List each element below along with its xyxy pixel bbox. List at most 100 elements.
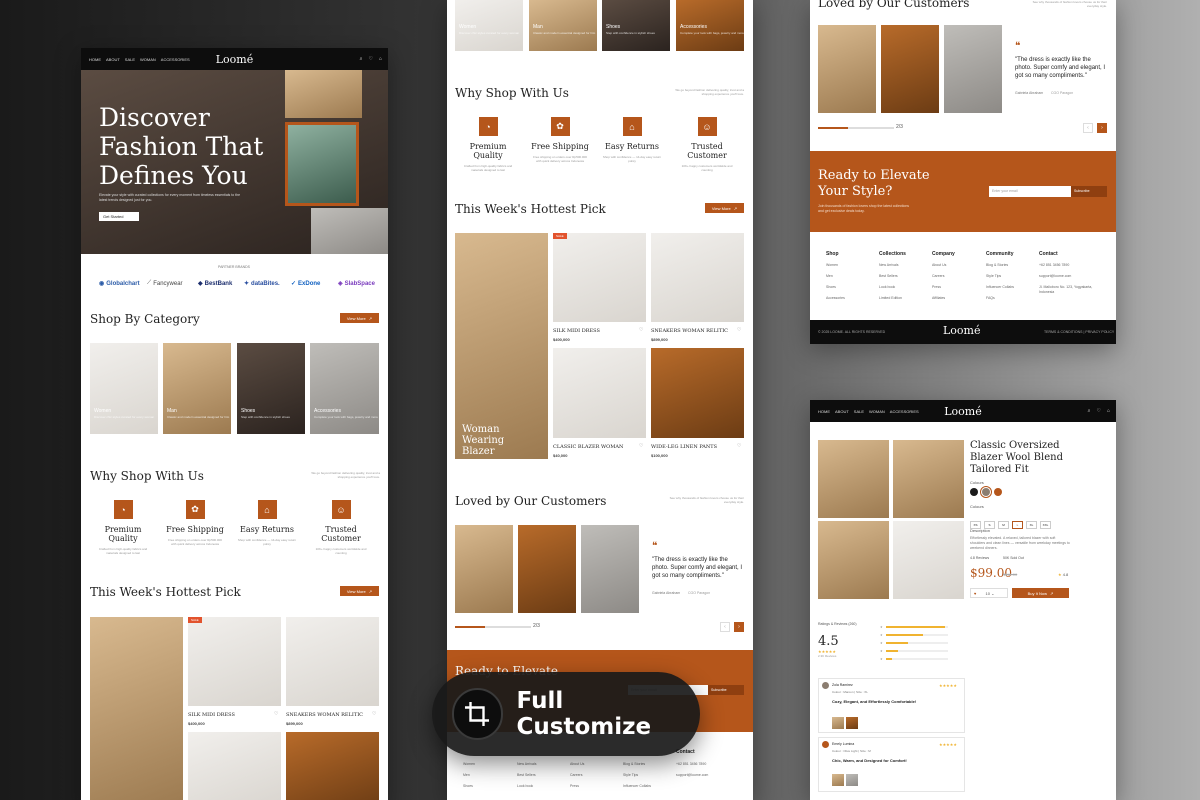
footer-link[interactable]: New Arrivals bbox=[517, 762, 536, 766]
product-name[interactable]: SNEAKERS WOMAN RELITIC bbox=[651, 328, 728, 334]
footer-link[interactable]: Style Tips bbox=[623, 773, 638, 777]
nav-about[interactable]: ABOUT bbox=[835, 409, 849, 414]
quantity-stepper[interactable]: ♥ 10 ⌄ bbox=[970, 588, 1008, 598]
footer-link[interactable]: Accessories bbox=[826, 296, 845, 300]
category-card-accessories[interactable] bbox=[310, 343, 379, 434]
product-image-blazer[interactable] bbox=[188, 732, 281, 800]
heart-icon[interactable]: ♡ bbox=[368, 56, 372, 62]
next-arrow-icon[interactable]: › bbox=[734, 622, 744, 632]
review-photo[interactable] bbox=[832, 717, 844, 729]
hottest-view-more-button[interactable]: View More ↗ bbox=[705, 203, 744, 213]
heart-icon[interactable]: ♡ bbox=[639, 327, 643, 333]
product-name[interactable]: SILK MIDI DRESS bbox=[553, 328, 600, 334]
product-name[interactable]: CLASSIC BLAZER WOMAN bbox=[553, 444, 623, 450]
size-option[interactable]: XXL bbox=[1040, 521, 1051, 529]
category-view-more-button[interactable]: View More ↗ bbox=[340, 313, 379, 323]
product-image-blazer[interactable] bbox=[553, 348, 646, 438]
buy-now-button[interactable]: Buy It Now ↗ bbox=[1012, 588, 1069, 598]
product-image-sneakers[interactable] bbox=[286, 617, 379, 706]
footer-logo[interactable]: Loomé bbox=[943, 324, 981, 337]
review-photo[interactable] bbox=[846, 717, 858, 729]
footer-link[interactable]: Limited Edition bbox=[879, 296, 902, 300]
footer-link[interactable]: support@loome.com bbox=[676, 773, 708, 777]
nav-accessories[interactable]: ACCESSORIES bbox=[890, 409, 919, 414]
category-card-shoes[interactable] bbox=[237, 343, 305, 434]
product-gallery-2[interactable] bbox=[893, 440, 964, 518]
hottest-view-more-button[interactable]: View More ↗ bbox=[340, 586, 379, 596]
nav-sale[interactable]: SALE bbox=[125, 57, 135, 62]
product-image-silk-midi[interactable] bbox=[553, 233, 646, 322]
footer-link[interactable]: +62 851 3456 7890 bbox=[676, 762, 706, 766]
footer-email[interactable]: support@loome.com bbox=[1039, 274, 1071, 278]
size-option[interactable]: M bbox=[998, 521, 1009, 529]
footer-link[interactable]: Look book bbox=[879, 285, 895, 289]
colour-swatch-taupe[interactable] bbox=[980, 486, 992, 498]
footer-link[interactable]: FAQs bbox=[986, 296, 995, 300]
heart-icon[interactable]: ♡ bbox=[639, 443, 643, 449]
footer-link[interactable]: About Us bbox=[570, 762, 584, 766]
product-gallery-1[interactable] bbox=[818, 440, 889, 518]
bag-icon[interactable]: ⌂ bbox=[1107, 408, 1110, 414]
product-name[interactable]: SNEAKERS WOMAN RELITIC bbox=[286, 712, 363, 718]
footer-link[interactable]: About Us bbox=[932, 263, 946, 267]
footer-link[interactable]: Men bbox=[463, 773, 470, 777]
product-name[interactable]: WIDE-LEG LINEN PANTS bbox=[651, 444, 717, 450]
footer-link[interactable]: Press bbox=[932, 285, 941, 289]
footer-link[interactable]: Influencer Collabs bbox=[623, 784, 651, 788]
footer-link[interactable]: Careers bbox=[932, 274, 944, 278]
size-option-selected[interactable]: L bbox=[1012, 521, 1023, 529]
site-logo[interactable]: Loomé bbox=[216, 53, 254, 66]
search-icon[interactable]: ⌕ bbox=[360, 56, 363, 62]
product-image-linen-pants[interactable] bbox=[651, 348, 744, 438]
search-icon[interactable]: ⌕ bbox=[1088, 408, 1091, 414]
nav-home[interactable]: HOME bbox=[818, 409, 830, 414]
footer-legal-links[interactable]: TERMS & CONDITIONS | PRIVACY POLICY bbox=[1044, 330, 1114, 334]
hottest-feature-image[interactable] bbox=[90, 617, 183, 800]
heart-icon[interactable]: ♡ bbox=[737, 327, 741, 333]
cta-subscribe-button[interactable]: Subscribe bbox=[1071, 186, 1107, 197]
footer-link[interactable]: Women bbox=[463, 762, 475, 766]
footer-link[interactable]: Best Sellers bbox=[879, 274, 898, 278]
nav-woman[interactable]: WOMAN bbox=[869, 409, 885, 414]
next-arrow-icon[interactable]: › bbox=[1097, 123, 1107, 133]
colour-swatch-black[interactable] bbox=[970, 488, 978, 496]
prev-arrow-icon[interactable]: ‹ bbox=[720, 622, 730, 632]
hero-cta-button[interactable]: Get Started bbox=[99, 212, 139, 221]
cta-subscribe-button[interactable]: Subscribe bbox=[708, 685, 744, 695]
footer-link[interactable]: Look book bbox=[517, 784, 533, 788]
footer-link[interactable]: Blog & Stories bbox=[623, 762, 645, 766]
heart-icon[interactable]: ♡ bbox=[1096, 408, 1100, 414]
review-photo[interactable] bbox=[846, 774, 858, 786]
category-card-women[interactable] bbox=[90, 343, 158, 434]
footer-link[interactable]: Affiliates bbox=[932, 296, 945, 300]
review-photo[interactable] bbox=[832, 774, 844, 786]
product-gallery-3[interactable] bbox=[818, 521, 889, 599]
site-logo[interactable]: Loomé bbox=[944, 405, 982, 418]
heart-icon[interactable]: ♥ bbox=[974, 591, 976, 596]
footer-link[interactable]: New Arrivals bbox=[879, 263, 898, 267]
product-image-linen-pants[interactable] bbox=[286, 732, 379, 800]
size-option[interactable]: XL bbox=[1026, 521, 1037, 529]
footer-link[interactable]: Shoes bbox=[463, 784, 473, 788]
nav-woman[interactable]: WOMAN bbox=[140, 57, 156, 62]
colour-swatch-rust[interactable] bbox=[994, 488, 1002, 496]
product-name[interactable]: SILK MIDI DRESS bbox=[188, 712, 235, 718]
nav-sale[interactable]: SALE bbox=[854, 409, 864, 414]
footer-link[interactable]: Influencer Collabs bbox=[986, 285, 1014, 289]
footer-link[interactable]: Blog & Stories bbox=[986, 263, 1008, 267]
footer-link[interactable]: Style Tips bbox=[986, 274, 1001, 278]
footer-link[interactable]: Shoes bbox=[826, 285, 836, 289]
prev-arrow-icon[interactable]: ‹ bbox=[1083, 123, 1093, 133]
footer-phone[interactable]: +62 851 3456 7890 bbox=[1039, 263, 1069, 267]
nav-about[interactable]: ABOUT bbox=[106, 57, 120, 62]
footer-link[interactable]: Women bbox=[826, 263, 838, 267]
heart-icon[interactable]: ♡ bbox=[737, 443, 741, 449]
chevron-down-icon[interactable]: ⌄ bbox=[991, 591, 994, 596]
footer-link[interactable]: Careers bbox=[570, 773, 582, 777]
product-image-sneakers[interactable] bbox=[651, 233, 744, 322]
heart-icon[interactable]: ♡ bbox=[274, 711, 278, 717]
heart-icon[interactable]: ♡ bbox=[372, 711, 376, 717]
nav-accessories[interactable]: ACCESSORIES bbox=[161, 57, 190, 62]
cta-email-input[interactable]: Enter your email bbox=[989, 186, 1071, 197]
footer-link[interactable]: Press bbox=[570, 784, 579, 788]
